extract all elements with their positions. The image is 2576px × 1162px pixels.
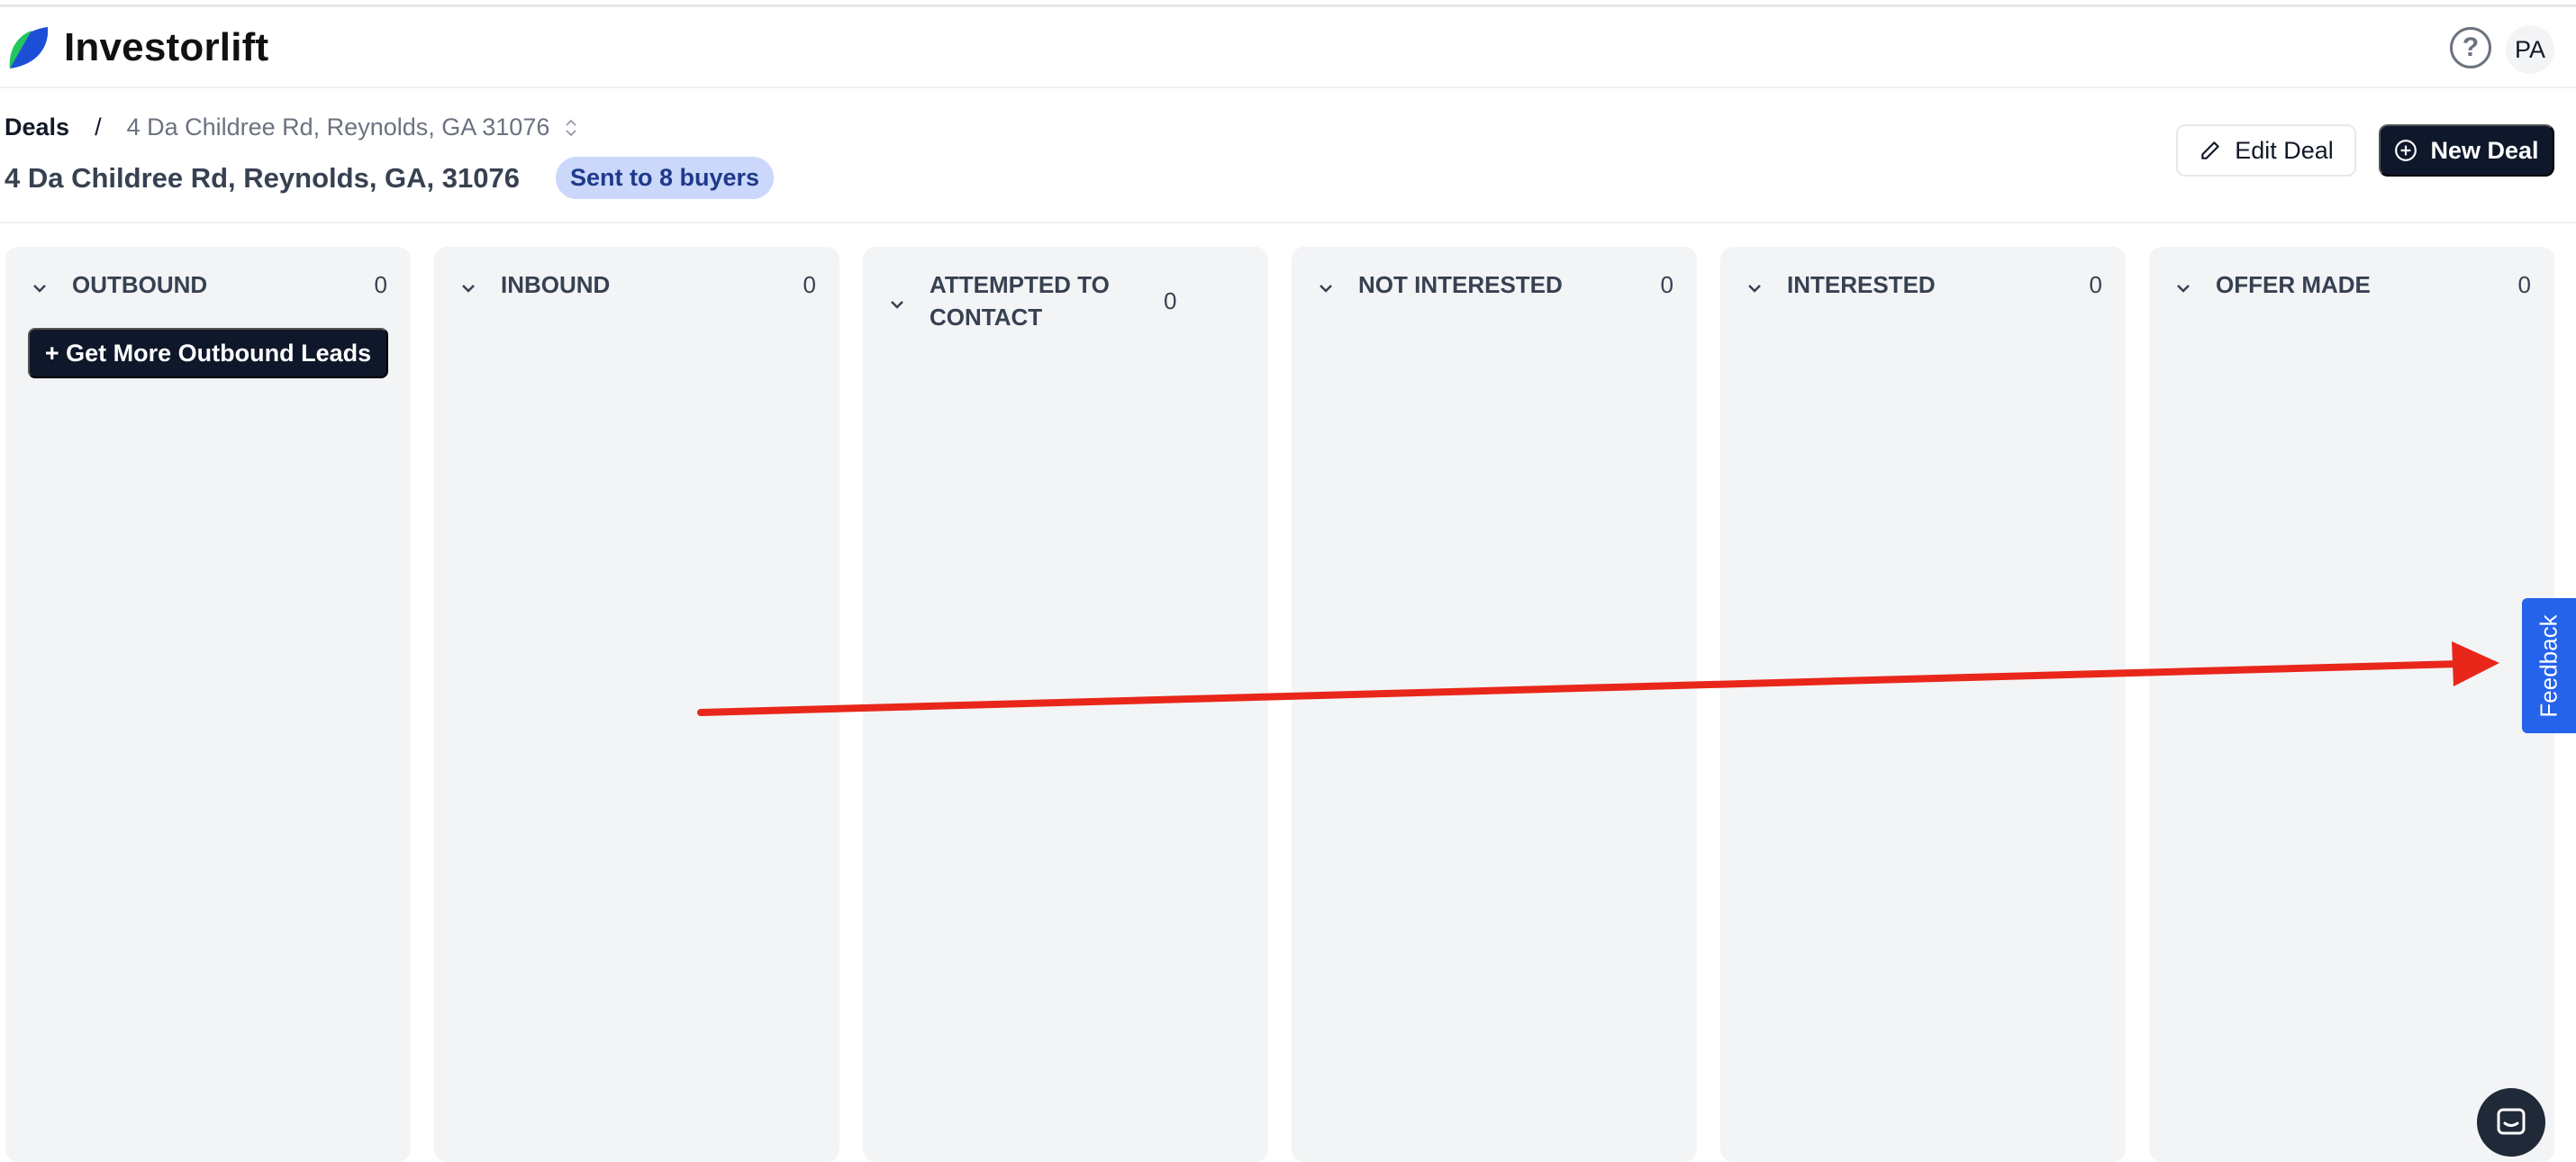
breadcrumb-deal-selector[interactable]: 4 Da Childree Rd, Reynolds, GA 31076 <box>127 113 581 141</box>
top-border <box>0 0 2576 7</box>
new-deal-button[interactable]: New Deal <box>2379 124 2554 177</box>
column-header[interactable]: INBOUND 0 <box>459 268 816 301</box>
chevron-down-icon[interactable] <box>1746 279 1764 297</box>
column-title: INBOUND <box>501 271 611 298</box>
get-more-outbound-leads-button[interactable]: + Get More Outbound Leads <box>28 328 388 378</box>
app-name: Investorlift <box>64 25 269 69</box>
column-count: 0 <box>803 271 816 298</box>
feedback-tab[interactable]: Feedback <box>2522 598 2576 733</box>
deal-subheader: Deals / 4 Da Childree Rd, Reynolds, GA 3… <box>0 90 2576 223</box>
question-circle-icon[interactable]: ? <box>2450 27 2491 68</box>
column-count: 0 <box>1164 287 1177 314</box>
column-offer-made: OFFER MADE 0 <box>2149 247 2554 1162</box>
column-count: 0 <box>374 271 387 298</box>
chevron-down-icon[interactable] <box>888 295 906 313</box>
app-logo[interactable]: Investorlift <box>5 23 268 72</box>
kanban-board: OUTBOUND 0 + Get More Outbound Leads INB… <box>5 247 2554 1162</box>
chevron-down-icon[interactable] <box>459 279 477 297</box>
column-header[interactable]: OFFER MADE 0 <box>2174 268 2531 301</box>
column-title: OUTBOUND <box>72 271 208 298</box>
chat-icon <box>2497 1108 2526 1135</box>
deal-title-row: 4 Da Childree Rd, Reynolds, GA, 31076 Se… <box>5 157 775 199</box>
chevron-down-icon[interactable] <box>31 279 49 297</box>
chevron-down-icon[interactable] <box>1317 279 1335 297</box>
column-header[interactable]: OUTBOUND 0 <box>31 268 387 301</box>
column-title: OFFER MADE <box>2216 271 2371 298</box>
chevron-up-down-icon <box>566 119 577 136</box>
column-header[interactable]: INTERESTED 0 <box>1746 268 2102 301</box>
breadcrumb-current-label: 4 Da Childree Rd, Reynolds, GA 31076 <box>126 113 550 141</box>
column-header[interactable]: ATTEMPTED TO CONTACT 0 <box>888 268 1245 333</box>
edit-deal-button[interactable]: Edit Deal <box>2176 124 2356 177</box>
edit-deal-label: Edit Deal <box>2235 136 2334 164</box>
pencil-icon <box>2201 141 2219 159</box>
new-deal-label: New Deal <box>2430 136 2539 164</box>
column-count: 0 <box>2517 271 2531 298</box>
column-title: ATTEMPTED TO CONTACT <box>930 271 1110 331</box>
breadcrumb-separator: / <box>95 113 102 141</box>
column-count: 0 <box>1660 271 1673 298</box>
column-header[interactable]: NOT INTERESTED 0 <box>1317 268 1673 301</box>
column-title: NOT INTERESTED <box>1358 271 1563 298</box>
breadcrumb: Deals / 4 Da Childree Rd, Reynolds, GA 3… <box>5 113 580 141</box>
column-not-interested: NOT INTERESTED 0 <box>1292 247 1697 1162</box>
column-attempted-to-contact: ATTEMPTED TO CONTACT 0 <box>863 247 1268 1162</box>
column-count: 0 <box>2089 271 2102 298</box>
feedback-label: Feedback <box>2535 613 2562 718</box>
page-title: 4 Da Childree Rd, Reynolds, GA, 31076 <box>5 161 520 194</box>
column-interested: INTERESTED 0 <box>1720 247 2126 1162</box>
chat-launcher-button[interactable] <box>2477 1088 2545 1157</box>
app-header: Investorlift ? PA <box>0 7 2576 88</box>
column-outbound: OUTBOUND 0 + Get More Outbound Leads <box>5 247 411 1162</box>
breadcrumb-deals-link[interactable]: Deals <box>5 113 69 141</box>
column-title: INTERESTED <box>1787 271 1936 298</box>
leaf-logo-icon <box>9 27 49 68</box>
column-inbound: INBOUND 0 <box>434 247 839 1162</box>
status-badge: Sent to 8 buyers <box>555 157 775 199</box>
user-avatar[interactable]: PA <box>2506 25 2554 74</box>
plus-circle-icon <box>2395 140 2417 161</box>
chevron-down-icon[interactable] <box>2174 279 2192 297</box>
